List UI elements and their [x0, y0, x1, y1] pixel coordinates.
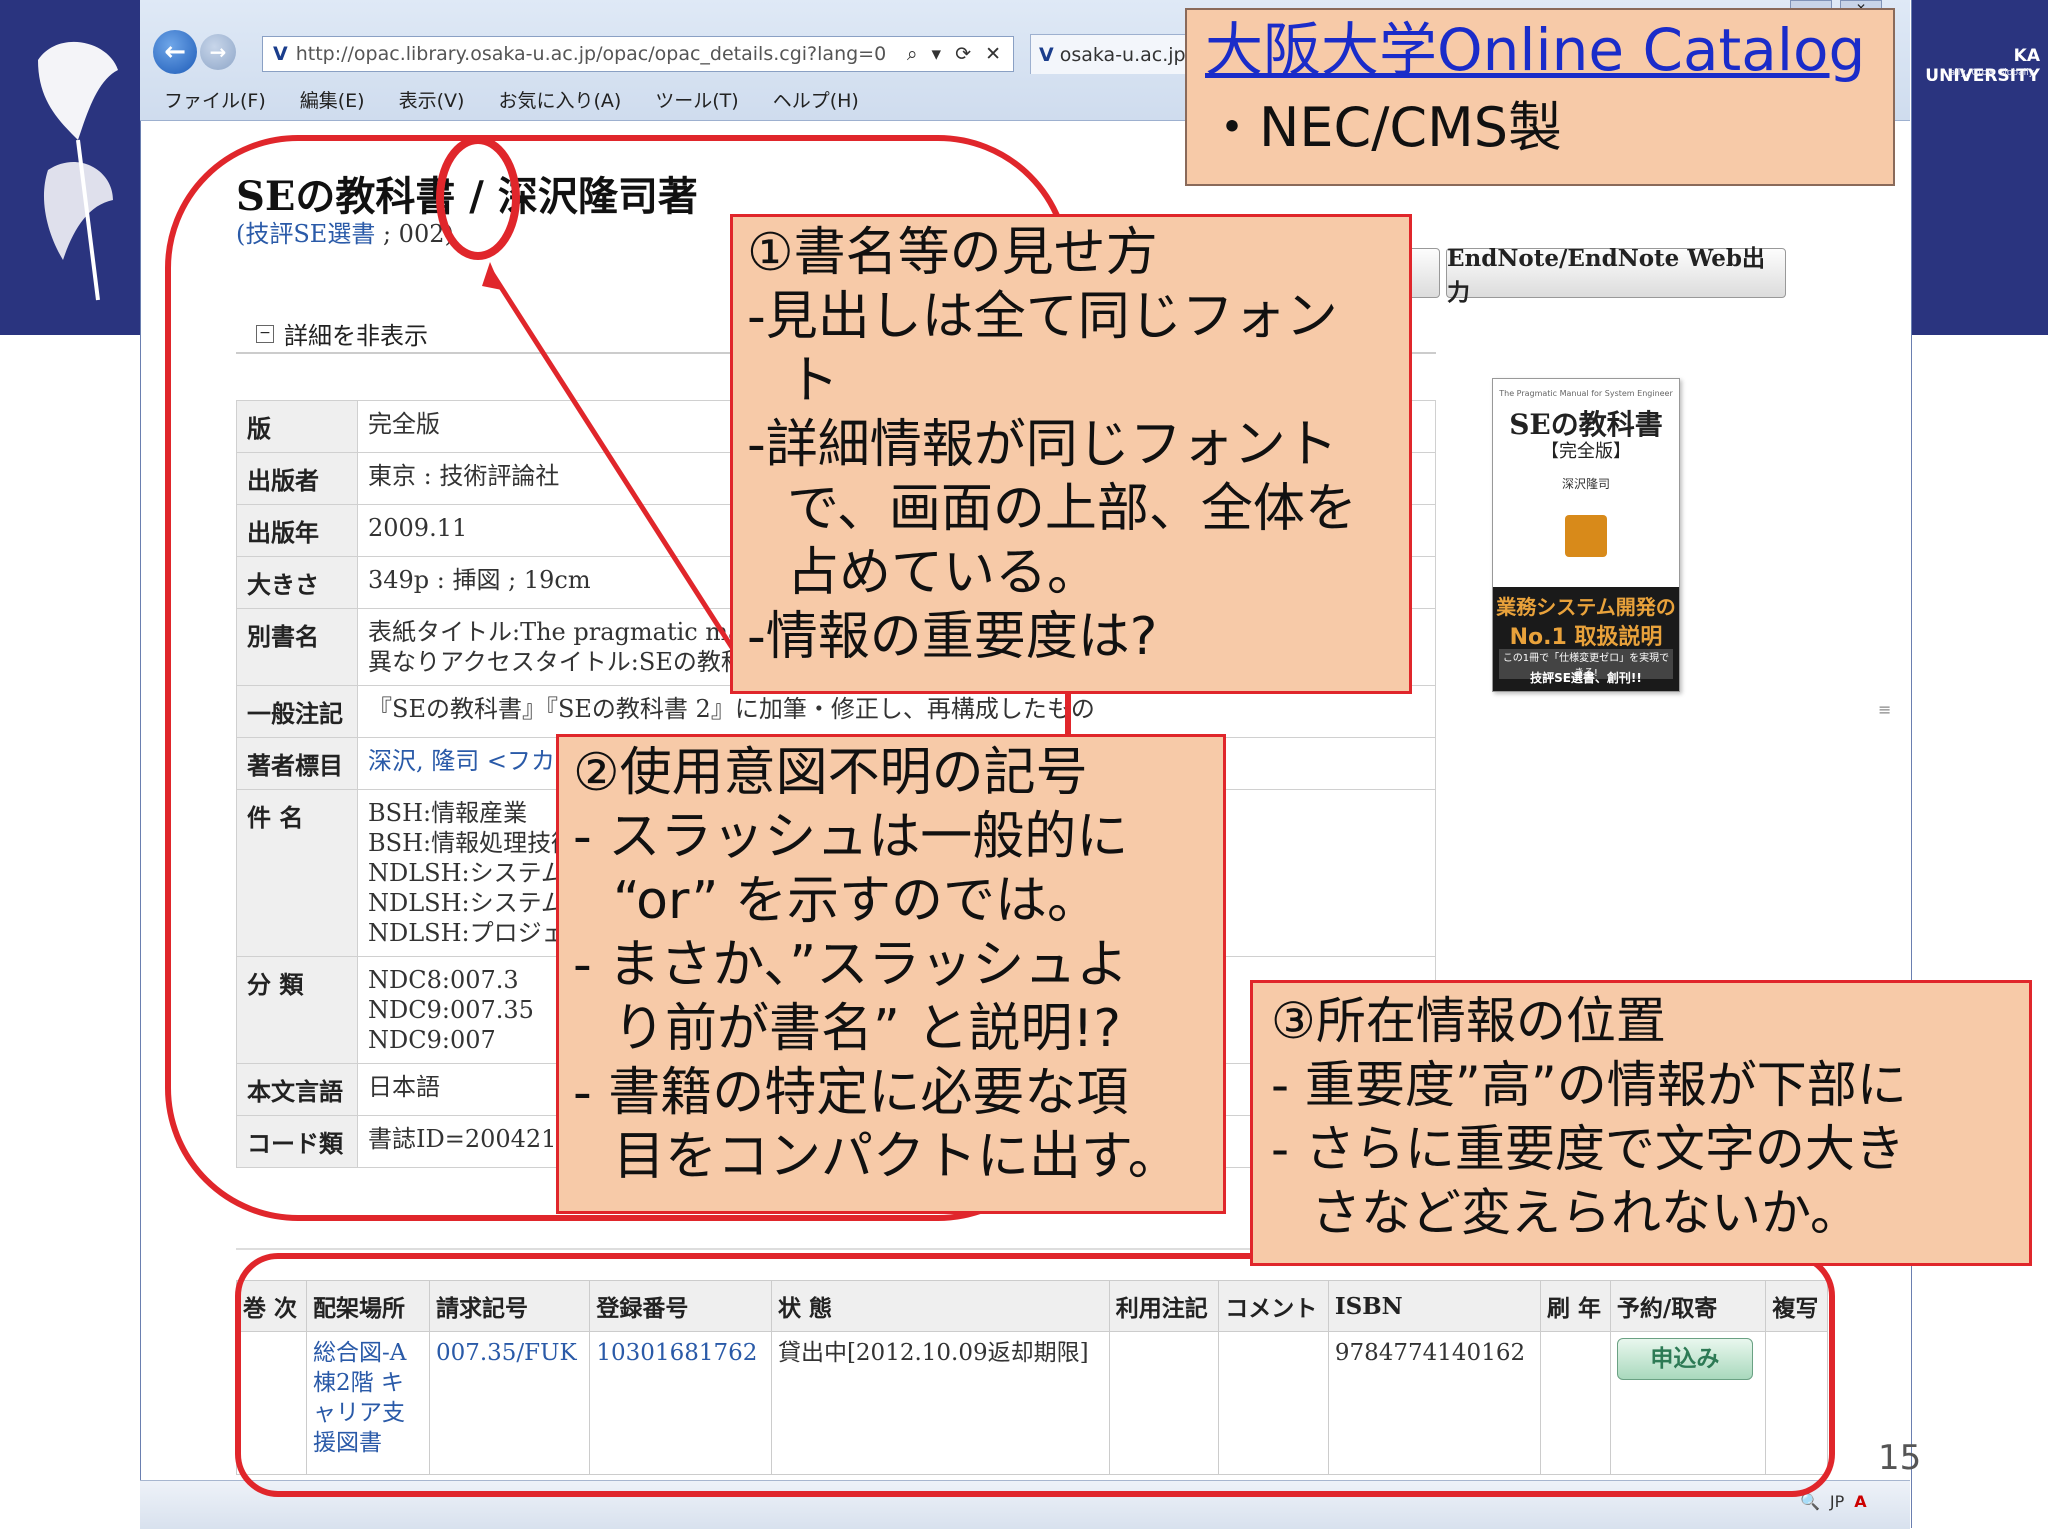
- pointer-arrow: [487, 268, 743, 662]
- callout-line: で、画面の上部、全体を: [787, 479, 1357, 539]
- catalog-title-link[interactable]: 大阪大学Online Catalog: [1205, 12, 1875, 88]
- slash-highlight-circle: [436, 136, 520, 260]
- callout-line: ②使用意図不明の記号: [573, 743, 1088, 803]
- callout-line: -見出しは全て同じフォン: [747, 287, 1338, 347]
- callout-line: - 重要度”高”の情報が下部に: [1271, 1056, 1907, 1114]
- callout-line: ①書名等の見せ方: [747, 223, 1158, 283]
- catalog-vendor: ・NEC/CMS製: [1205, 96, 1562, 159]
- callout-line: ト: [787, 351, 840, 411]
- callout-title-display: ①書名等の見せ方 -見出しは全て同じフォン ト -詳細情報が同じフォント で、画…: [730, 214, 1412, 694]
- holdings-highlight-outline: [235, 1253, 1835, 1497]
- callout-line: - 書籍の特定に必要な項: [573, 1063, 1129, 1123]
- callout-line: 目をコンパクトに出す。: [613, 1127, 1180, 1187]
- callout-line: - まさか、”スラッシュよ: [573, 935, 1129, 995]
- callout-line: 占めている。: [787, 543, 1100, 603]
- callout-line: り前が書名” と説明!?: [613, 999, 1121, 1059]
- callout-location-info: ③所在情報の位置 - 重要度”高”の情報が下部に - さらに重要度で文字の大き …: [1250, 980, 2032, 1266]
- slide-page-number: 15: [1878, 1438, 1922, 1478]
- callout-line: - さらに重要度で文字の大き: [1271, 1120, 1905, 1178]
- callout-unclear-symbol: ②使用意図不明の記号 - スラッシュは一般的に “or” を示すのでは。 - ま…: [556, 734, 1226, 1214]
- catalog-info-box: 大阪大学Online Catalog ・NEC/CMS製: [1185, 8, 1895, 186]
- callout-line: ③所在情報の位置: [1271, 992, 1666, 1050]
- callout-line: “or” を示すのでは。: [613, 871, 1100, 931]
- arrow-head-icon: [482, 262, 502, 290]
- callout-line: さなど変えられないか。: [1311, 1184, 1860, 1242]
- callout-line: -詳細情報が同じフォント: [747, 415, 1338, 475]
- callout-line: - スラッシュは一般的に: [573, 807, 1129, 867]
- callout-line: -情報の重要度は?: [747, 607, 1158, 667]
